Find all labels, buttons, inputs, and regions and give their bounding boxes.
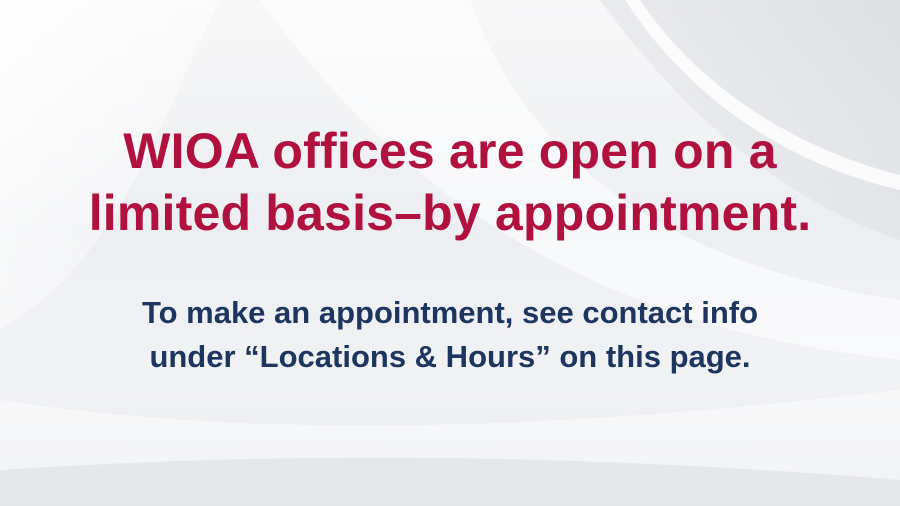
subheadline-line-1: To make an appointment, see contact info	[141, 295, 759, 330]
notice-banner: WIOA offices are open on a limited basis…	[0, 0, 900, 506]
headline-line-1: WIOA offices are open on a	[123, 123, 777, 179]
background-waves	[0, 0, 900, 506]
subheadline: To make an appointment, see contact info…	[0, 291, 900, 379]
headline-line-2: limited basis–by appointment.	[88, 185, 812, 241]
headline: WIOA offices are open on a limited basis…	[0, 120, 900, 244]
subheadline-line-2: under “Locations & Hours” on this page.	[149, 339, 751, 374]
